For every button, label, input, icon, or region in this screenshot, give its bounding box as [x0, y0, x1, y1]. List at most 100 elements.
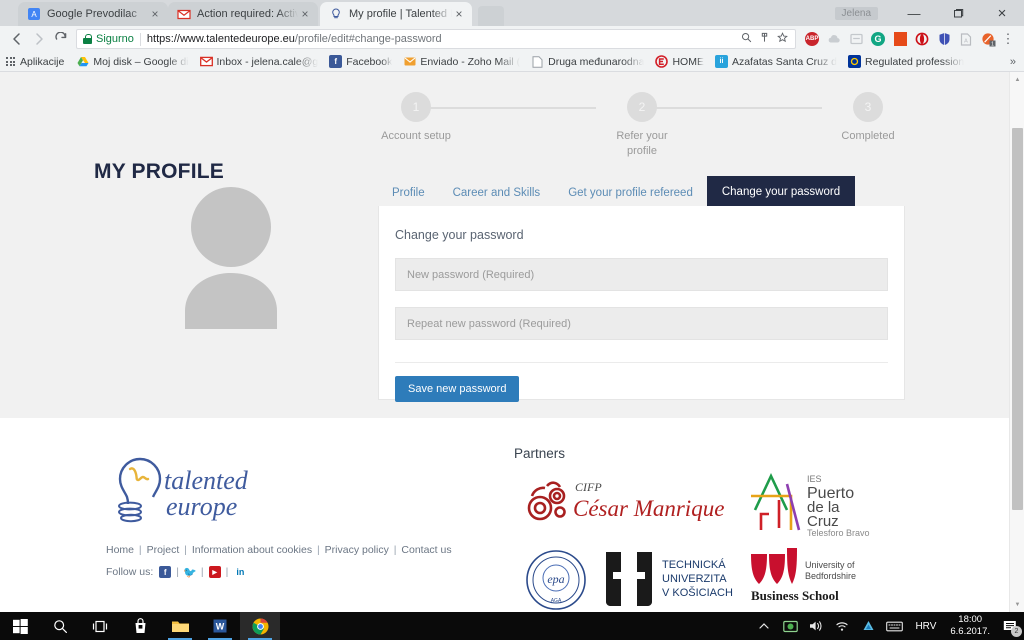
show-hidden-icons-button[interactable] — [751, 612, 777, 640]
language-indicator[interactable]: HRV — [907, 621, 944, 632]
office-icon[interactable] — [890, 29, 910, 49]
bookmark-item-2[interactable]: f Facebook — [329, 55, 392, 68]
bookmark-item-3[interactable]: Enviado - Zoho Mail ( — [403, 55, 520, 68]
browser-tab-3[interactable]: My profile | Talented Eur × — [320, 2, 472, 26]
browser-tab-1-close-icon[interactable]: × — [148, 7, 162, 21]
antivirus-icon[interactable] — [777, 612, 803, 640]
bookmark-item-6[interactable]: ii Azafatas Santa Cruz d — [714, 55, 837, 68]
twitter-icon[interactable]: 🐦 — [183, 566, 197, 579]
svg-text:V KOŠICIACH: V KOŠICIACH — [662, 586, 733, 599]
footer-link-privacy-policy[interactable]: Privacy policy — [325, 544, 389, 556]
opera-icon[interactable] — [912, 29, 932, 49]
system-tray: HRV 18:00 6.6.2017. 2 — [751, 612, 1024, 640]
progress-step-2[interactable]: 2 Refer your profile — [596, 90, 688, 159]
bookmark-star-icon[interactable] — [773, 32, 791, 46]
microsoft-store-button[interactable] — [120, 612, 160, 640]
step-2-label-line1: Refer your — [616, 130, 668, 142]
svg-text:W: W — [215, 622, 224, 632]
close-button[interactable]: × — [980, 0, 1024, 26]
browser-tab-3-close-icon[interactable]: × — [452, 7, 466, 21]
repeat-password-input[interactable]: Repeat new password (Required) — [395, 307, 888, 340]
forward-icon[interactable] — [28, 28, 50, 50]
partners-heading: Partners — [514, 446, 566, 461]
scroll-up-icon[interactable]: ▲ — [1010, 72, 1024, 87]
clock[interactable]: 18:00 6.6.2017. — [944, 614, 996, 638]
google-translate-icon: A — [27, 7, 41, 21]
word-button[interactable]: W — [200, 612, 240, 640]
google-drive-icon — [76, 55, 89, 68]
browser-tab-2[interactable]: Action required: Activate × — [168, 2, 318, 26]
progress-steps: 1 Account setup 2 Refer your profile 3 C… — [370, 90, 930, 165]
shield-icon[interactable] — [934, 29, 954, 49]
new-password-input[interactable]: New password (Required) — [395, 258, 888, 291]
footer-link-cookies[interactable]: Information about cookies — [192, 544, 312, 556]
linkedin-icon[interactable]: in — [233, 566, 247, 578]
page-main-section: MY PROFILE 1 Account setup 2 Refer your … — [0, 72, 1024, 418]
bookmark-label-1: Inbox - jelena.cale@g — [216, 55, 319, 68]
volume-icon[interactable] — [803, 612, 829, 640]
maximize-button[interactable] — [936, 0, 980, 26]
gmail-icon — [199, 55, 213, 68]
address-bar[interactable]: Sigurno https://www.talentedeurope.eu/pr… — [76, 29, 796, 49]
progress-step-1[interactable]: 1 Account setup — [370, 90, 462, 144]
browser-tab-2-close-icon[interactable]: × — [298, 7, 312, 21]
footer-link-home[interactable]: Home — [106, 544, 134, 556]
page-scrollbar[interactable]: ▲ ▼ — [1009, 72, 1024, 612]
svg-text:europe: europe — [166, 492, 237, 521]
footer-link-contact-us[interactable]: Contact us — [401, 544, 451, 556]
form-heading: Change your password — [395, 228, 524, 242]
progress-step-3[interactable]: 3 Completed — [822, 90, 914, 144]
tab-change-your-password[interactable]: Change your password — [706, 176, 856, 208]
tab-career-and-skills[interactable]: Career and Skills — [439, 178, 555, 208]
grammarly-icon[interactable]: G — [868, 29, 888, 49]
user-profile-chip[interactable]: Jelena — [834, 6, 878, 20]
avast-icon[interactable]: 1 — [978, 29, 998, 49]
search-icon[interactable] — [737, 32, 755, 46]
save-new-password-button[interactable]: Save new password — [395, 376, 520, 402]
cloud-icon[interactable] — [824, 29, 844, 49]
keyboard-icon[interactable] — [881, 612, 907, 640]
cesar-manrique-text: César Manrique — [573, 496, 724, 521]
bookmark-item-4[interactable]: Druga međunarodna — [531, 55, 644, 68]
bookmark-item-0[interactable]: Moj disk – Google di — [76, 55, 189, 68]
facebook-icon[interactable]: f — [159, 566, 172, 578]
youtube-icon[interactable]: ▶ — [208, 566, 221, 578]
bookmark-item-7[interactable]: Regulated profession — [848, 55, 964, 68]
apps-grid-icon — [6, 57, 15, 66]
tab-get-your-profile-refereed[interactable]: Get your profile refereed — [554, 178, 707, 208]
gmail-icon — [177, 7, 191, 21]
save-page-icon[interactable] — [755, 32, 773, 46]
home-e-icon — [655, 55, 669, 68]
pdf-icon[interactable]: A — [956, 29, 976, 49]
task-view-button[interactable] — [80, 612, 120, 640]
notifications-button[interactable]: 2 — [996, 612, 1024, 640]
adblock-plus-icon[interactable]: ABP — [802, 29, 822, 49]
start-button[interactable] — [0, 612, 40, 640]
notification-count: 2 — [1011, 626, 1022, 637]
svg-text:A: A — [31, 10, 37, 19]
search-button[interactable] — [40, 612, 80, 640]
notes-icon[interactable] — [846, 29, 866, 49]
onedrive-icon[interactable] — [855, 612, 881, 640]
chrome-menu-icon[interactable]: ⋮ — [998, 29, 1018, 49]
minimize-button[interactable]: — — [892, 0, 936, 26]
page-footer: talented europe Home | Project | Informa… — [0, 418, 1024, 612]
browser-tab-1[interactable]: A Google Prevodilac × — [18, 2, 168, 26]
bookmark-item-1[interactable]: Inbox - jelena.cale@g — [199, 55, 319, 68]
apps-shortcut[interactable]: Aplikacije — [6, 56, 64, 68]
scroll-down-icon[interactable]: ▼ — [1010, 597, 1024, 612]
reload-icon[interactable] — [50, 28, 72, 50]
scrollbar-thumb[interactable] — [1012, 128, 1023, 510]
svg-text:AGA: AGA — [551, 598, 562, 604]
new-tab-button[interactable] — [478, 6, 504, 26]
wifi-icon[interactable] — [829, 612, 855, 640]
footer-link-project[interactable]: Project — [147, 544, 180, 556]
bookmarks-overflow-icon[interactable]: » — [1010, 56, 1018, 68]
tab-profile[interactable]: Profile — [378, 178, 439, 208]
bookmark-item-5[interactable]: HOME — [655, 55, 704, 68]
bookmarks-bar: Aplikacije Moj disk – Google di Inbox - … — [0, 52, 1024, 72]
avatar — [160, 177, 302, 329]
chrome-button[interactable] — [240, 612, 280, 640]
file-explorer-button[interactable] — [160, 612, 200, 640]
back-icon[interactable] — [6, 28, 28, 50]
